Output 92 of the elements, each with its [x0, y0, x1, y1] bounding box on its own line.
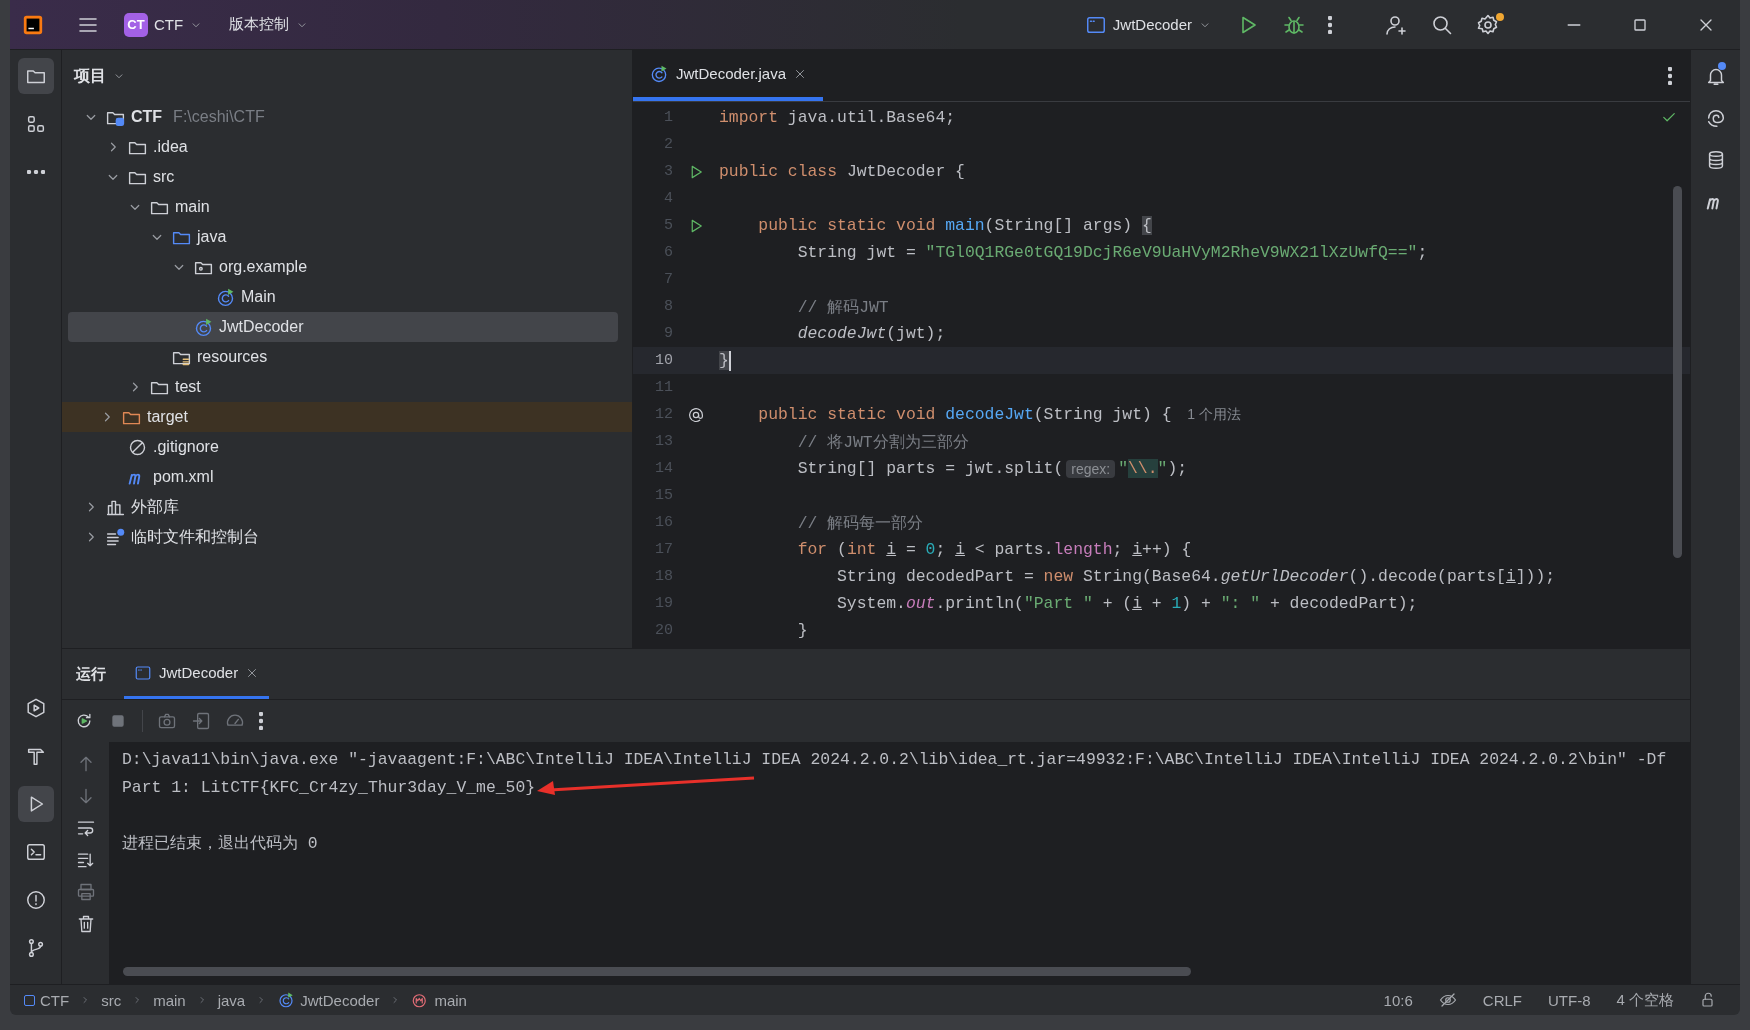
tree-label: 临时文件和控制台: [131, 526, 259, 547]
tab-label: JwtDecoder: [159, 664, 239, 681]
tree-label: java: [197, 228, 227, 246]
tree-label: Main: [241, 288, 276, 306]
tree-row[interactable]: org.example: [68, 252, 618, 282]
at-sign-icon[interactable]: [687, 405, 705, 424]
tree-label: main: [175, 198, 210, 216]
panel-title-menu[interactable]: 项目: [68, 64, 132, 88]
camera-icon[interactable]: [157, 711, 177, 731]
tree-row[interactable]: main: [68, 192, 618, 222]
app-logo-icon[interactable]: [22, 13, 44, 36]
tree-row[interactable]: Main: [68, 282, 618, 312]
tree-label: .gitignore: [153, 438, 219, 456]
vcs-menu[interactable]: 版本控制: [221, 11, 318, 38]
more-icon[interactable]: [1668, 66, 1672, 85]
breadcrumb[interactable]: main: [153, 991, 186, 1009]
more-icon[interactable]: [259, 712, 263, 730]
tree-row[interactable]: CTF F:\ceshi\CTF: [68, 102, 618, 132]
tree-label: CTF: [131, 108, 163, 126]
scratch-icon: [105, 526, 126, 548]
run-tool-button[interactable]: [17, 786, 54, 822]
code-line: String decodedPart = new String(Base64.getUrlDecoder().decode(parts[i]));: [836, 567, 1556, 586]
line-number: 10: [654, 352, 673, 369]
cursor-position[interactable]: 10:6: [1383, 991, 1413, 1009]
eye-crossed-icon[interactable]: [1438, 991, 1457, 1009]
more-icon: [26, 170, 45, 174]
console-line: 进程已结束，退出代码为 0: [122, 833, 318, 855]
code-line: String[] parts = jwt.split( regex: "\\.");: [796, 459, 1188, 478]
class-icon: [649, 63, 669, 84]
code-line: public static void decodeJwt(String jwt) { 1 个用法: [757, 405, 1241, 424]
code-line: System.out.println("Part " + (i + 1) + ": " + decodedPart);: [836, 594, 1418, 613]
tree-label: .idea: [153, 138, 188, 156]
tab-label: JwtDecoder.java: [676, 65, 787, 82]
tree-row[interactable]: 外部库: [68, 492, 618, 522]
scrollbar[interactable]: [123, 967, 1191, 976]
code-line: // 将JWT分割为三部分: [796, 431, 969, 453]
code-line: import java.util.Base64;: [719, 108, 956, 127]
code-line: decodeJwt(jwt);: [796, 324, 946, 343]
tree-label: pom.xml: [153, 468, 214, 486]
code-line: // 解码每一部分: [796, 512, 924, 534]
run-tab[interactable]: JwtDecoder: [124, 649, 270, 699]
tree-row[interactable]: target: [62, 402, 632, 432]
console-line: D:\java11\bin\java.exe "-javaagent:F:\ABC\IntelliJ IDEA\IntelliJ IDEA 2024.2.0.2\lib\idea_rt.jar=49932:F:\ABC\IntelliJ IDEA\IntelliJ IDEA 2024.2.0.2\bin" -Df: [122, 749, 1667, 771]
tree-label: JwtDecoder: [219, 318, 304, 336]
class-icon: [277, 991, 296, 1009]
line-ending[interactable]: CRLF: [1482, 991, 1522, 1009]
breadcrumb[interactable]: main: [411, 991, 467, 1009]
code-line: public class JwtDecoder {: [719, 162, 965, 181]
tree-row[interactable]: .gitignore: [68, 432, 618, 462]
code-line: String jwt = "TGl0Q1RGe0tGQ19DcjR6eV9UaHVyM2RheV9WX21lXzUwfQ==";: [796, 243, 1428, 262]
breadcrumb[interactable]: CTF: [24, 991, 70, 1009]
breadcrumb[interactable]: java: [217, 991, 246, 1009]
terminal-icon: [24, 841, 47, 863]
console-line: Part 1: LitCTF{KFC_Cr4zy_Thur3day_V_me_50}: [122, 777, 536, 799]
code-line: // 解码JWT: [796, 296, 889, 318]
class-icon: [215, 286, 236, 308]
run-config-menu[interactable]: JwtDecoder: [1076, 9, 1220, 40]
tree-label: src: [153, 168, 175, 186]
panel-title: 运行: [76, 664, 106, 684]
code-line: public static void main(String[] args) {: [757, 216, 1152, 235]
export-icon[interactable]: [191, 711, 211, 731]
tree-label: test: [175, 378, 201, 396]
tree-row[interactable]: pom.xml: [68, 462, 618, 492]
tree-label: resources: [197, 348, 268, 366]
more-icon[interactable]: [1328, 15, 1332, 34]
project-menu[interactable]: CT CTF: [116, 8, 212, 41]
tree-label: target: [147, 408, 188, 426]
code-line: }: [796, 621, 808, 640]
tree-label: org.example: [219, 258, 308, 276]
folder-tool-button[interactable]: [17, 58, 54, 94]
window-icon: [134, 663, 152, 682]
services-icon: [24, 697, 47, 719]
path-hint: F:\ceshi\CTF: [173, 108, 265, 126]
tree-row[interactable]: resources: [68, 342, 618, 372]
breadcrumb[interactable]: JwtDecoder: [277, 991, 380, 1009]
class-icon: [193, 316, 214, 338]
tree-row[interactable]: JwtDecoder: [68, 312, 618, 342]
editor-tab[interactable]: JwtDecoder.java: [633, 50, 824, 101]
indent-setting[interactable]: 4 个空格: [1616, 990, 1674, 1010]
file-encoding[interactable]: UTF-8: [1548, 991, 1591, 1009]
tree-row[interactable]: java: [68, 222, 618, 252]
tree-row[interactable]: test: [68, 372, 618, 402]
tree-row[interactable]: 临时文件和控制台: [68, 522, 618, 552]
breadcrumb[interactable]: src: [101, 991, 122, 1009]
settings-icon[interactable]: [1476, 12, 1500, 37]
scrollbar[interactable]: [1673, 186, 1682, 558]
alert-icon: [24, 889, 47, 911]
printer-icon[interactable]: [75, 882, 96, 902]
tree-label: 外部库: [131, 496, 179, 517]
code-line: for (int i = 0; i < parts.length; i++) {: [796, 540, 1192, 559]
tree-row[interactable]: src: [68, 162, 618, 192]
tree-row[interactable]: .idea: [68, 132, 618, 162]
